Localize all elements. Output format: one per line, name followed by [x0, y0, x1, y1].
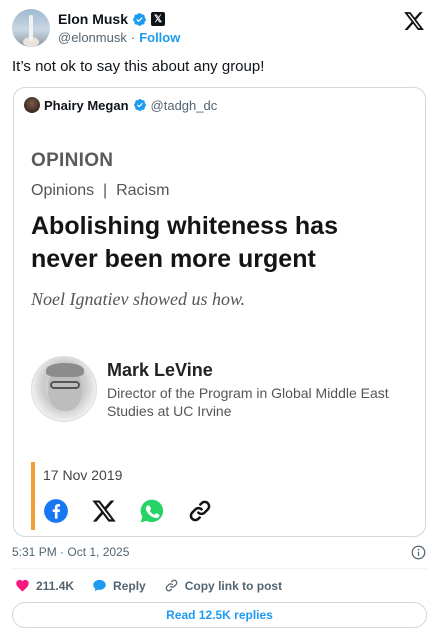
verified-badge-icon: [133, 12, 146, 26]
article-author-name: Mark LeVine: [107, 360, 213, 380]
article-share-block: 17 Nov 2019: [31, 462, 231, 530]
author-handle-row: @elonmusk · Follow: [58, 30, 180, 45]
x-icon: [92, 500, 116, 522]
article-kicker: OPINION: [31, 150, 114, 171]
article-date: 17 Nov 2019: [43, 467, 123, 483]
article-author: Mark LeVine Director of the Program in G…: [31, 356, 411, 426]
link-icon: [189, 500, 211, 522]
copy-link-label: Copy link to post: [184, 578, 283, 593]
action-bar: 211.4K Reply Copy link to post: [15, 578, 300, 593]
avatar-rocket: [29, 15, 33, 41]
share-icons: [43, 498, 213, 524]
x-affiliation-icon: 𝕏: [151, 12, 166, 26]
article-headline: Abolishing whiteness has never been more…: [31, 212, 338, 273]
avatar[interactable]: [12, 9, 50, 47]
author-name-row: Elon Musk 𝕏: [58, 11, 166, 27]
article-subhead: Noel Ignatiev showed us how.: [31, 289, 246, 309]
tweet-timestamp[interactable]: 5:31 PM · Oct 1, 2025: [12, 545, 129, 559]
accent-bar: [31, 462, 35, 530]
author-hair: [46, 363, 84, 377]
quoted-author-name: Phairy Megan: [44, 97, 129, 113]
quoted-author-handle: @tadgh_dc: [150, 97, 218, 113]
copy-link-button[interactable]: Copy link to post: [164, 578, 282, 593]
info-icon[interactable]: [411, 545, 426, 560]
article-author-title: Director of the Program in Global Middle…: [107, 385, 389, 419]
reply-button[interactable]: Reply: [92, 578, 146, 593]
read-replies-button[interactable]: Read 12.5K replies: [12, 602, 427, 628]
tweet-text: It’s not ok to say this about any group!: [12, 58, 265, 75]
reply-label: Reply: [113, 578, 146, 593]
author-photo: [31, 356, 97, 422]
article-screenshot: OPINION Opinions | Racism Abolishing whi…: [31, 150, 411, 310]
heart-icon: [16, 579, 29, 592]
handle-separator: ·: [130, 30, 136, 45]
link-icon: [165, 579, 178, 592]
divider: [12, 568, 427, 569]
quoted-tweet-header: Phairy Megan @tadgh_dc: [24, 97, 217, 113]
like-button[interactable]: 211.4K: [15, 578, 74, 593]
whatsapp-icon: [140, 499, 164, 523]
author-name[interactable]: Elon Musk: [58, 11, 128, 27]
verified-badge-icon: [133, 99, 146, 111]
quoted-avatar: [24, 97, 40, 113]
reply-bubble-icon: [93, 579, 106, 592]
author-glasses: [50, 381, 80, 389]
like-count: 211.4K: [36, 578, 75, 593]
author-handle[interactable]: @elonmusk: [58, 30, 127, 45]
facebook-icon: [44, 499, 68, 523]
article-section: Opinions | Racism: [31, 182, 170, 199]
tweet-header: Elon Musk 𝕏 @elonmusk · Follow: [12, 8, 427, 50]
quoted-tweet-card[interactable]: Phairy Megan @tadgh_dc OPINION Opinions …: [13, 87, 426, 537]
follow-button[interactable]: Follow: [139, 30, 180, 45]
x-logo-icon[interactable]: [403, 10, 425, 32]
